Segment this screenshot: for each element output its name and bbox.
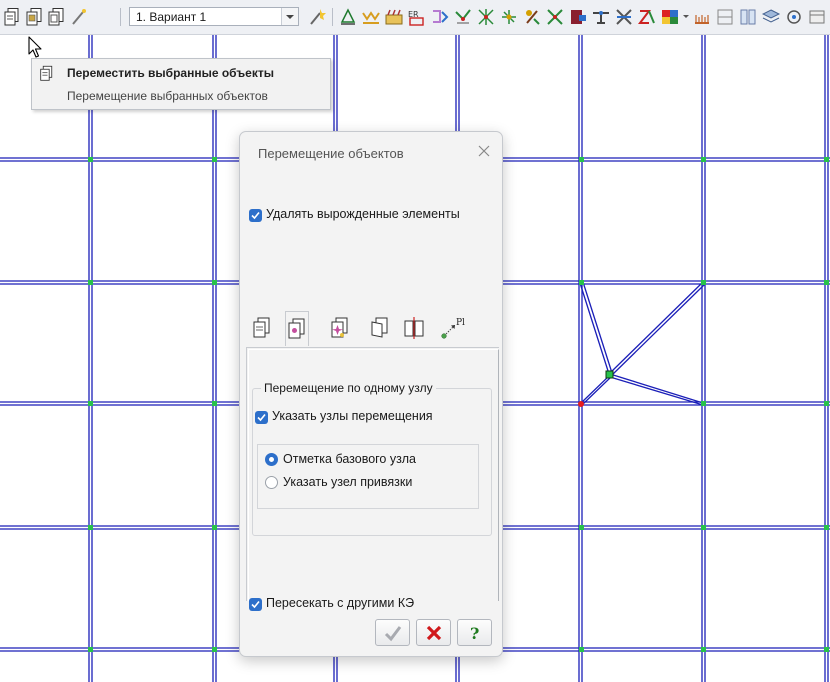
mouse-cursor-icon (28, 36, 42, 58)
split-icon[interactable] (522, 7, 542, 27)
mirror-copy-icon[interactable] (47, 7, 67, 27)
rotate-tab[interactable] (369, 314, 391, 344)
variant-select-value: 1. Вариант 1 (136, 10, 207, 24)
loads-icon[interactable] (361, 7, 381, 27)
move-objects-dialog: Перемещение объектов Удалять вырожденные… (239, 131, 503, 657)
help-icon: ? (470, 624, 479, 642)
delete-degenerate-checkbox[interactable] (249, 209, 262, 222)
move-by-node-tab[interactable] (251, 314, 273, 344)
delete-degenerate-label: Удалять вырожденные элементы (266, 207, 460, 221)
grid-settings-icon[interactable] (715, 7, 735, 27)
section-icon[interactable] (692, 7, 712, 27)
help-button[interactable]: ? (457, 619, 492, 646)
cancel-button[interactable] (416, 619, 451, 646)
specify-nodes-checkbox[interactable] (255, 411, 268, 424)
beams-icon[interactable] (591, 7, 611, 27)
hinges-icon[interactable] (568, 7, 588, 27)
view-icon[interactable] (784, 7, 804, 27)
pl-tab[interactable]: Pl (439, 314, 469, 344)
svg-text:?: ? (470, 624, 479, 642)
stiffness-icon[interactable] (545, 7, 565, 27)
chevron-down-icon[interactable] (683, 15, 689, 18)
diagram-icon[interactable] (660, 7, 680, 27)
move-selected-objects-icon[interactable] (3, 7, 23, 27)
cancel-x-icon (426, 625, 442, 641)
tooltip-description: Перемещение выбранных объектов (67, 89, 268, 103)
edit-wand-icon[interactable] (69, 7, 89, 27)
main-toolbar: 1. Вариант 1 ER (0, 0, 830, 35)
base-node-radio[interactable] (265, 453, 278, 466)
settings-icon[interactable] (807, 7, 827, 27)
schema-icon[interactable] (430, 7, 450, 27)
mirror-tab[interactable] (403, 314, 425, 344)
anchor-node-label: Указать узел привязки (283, 475, 413, 489)
more-tools-icon[interactable] (738, 7, 758, 27)
apply-button[interactable] (375, 619, 410, 646)
reinforcement-icon[interactable] (614, 7, 634, 27)
supports-icon[interactable] (338, 7, 358, 27)
pl-tab-label: Pl (456, 318, 465, 328)
apply-icon[interactable] (307, 7, 327, 27)
chevron-down-icon[interactable] (281, 8, 298, 25)
triangulation-icon[interactable] (476, 7, 496, 27)
anchor-node-radio[interactable] (265, 476, 278, 489)
selected-node[interactable] (578, 401, 584, 407)
group-title: Перемещение по одному узлу (261, 381, 436, 395)
layers-icon[interactable] (761, 7, 781, 27)
dialog-title: Перемещение объектов (258, 146, 404, 161)
move-selected-objects-icon (40, 65, 53, 81)
tooltip-title: Переместить выбранные объекты (67, 66, 274, 80)
close-icon[interactable] (476, 143, 492, 159)
tooltip: Переместить выбранные объекты Перемещени… (31, 58, 331, 110)
intersect-fe-checkbox[interactable] (249, 598, 262, 611)
rotate-icon[interactable] (499, 7, 519, 27)
copy-objects-icon[interactable] (25, 7, 45, 27)
checkmark-icon (384, 626, 402, 642)
moved-node-marker[interactable] (605, 370, 614, 379)
specify-nodes-label: Указать узлы перемещения (272, 409, 433, 423)
nodes-grid-icon[interactable] (453, 7, 473, 27)
moved-node-elements (579, 281, 706, 406)
color-scale-icon[interactable] (637, 7, 657, 27)
variant-select[interactable]: 1. Вариант 1 (129, 7, 299, 26)
fragment-icon[interactable] (384, 7, 404, 27)
move-by-vector-tab[interactable] (285, 311, 309, 346)
move-by-displacement-tab[interactable] (329, 314, 351, 344)
rigid-links-icon[interactable]: ER (407, 7, 427, 27)
intersect-fe-label: Пересекать с другими КЭ (266, 596, 415, 610)
base-node-label: Отметка базового узла (283, 452, 416, 466)
